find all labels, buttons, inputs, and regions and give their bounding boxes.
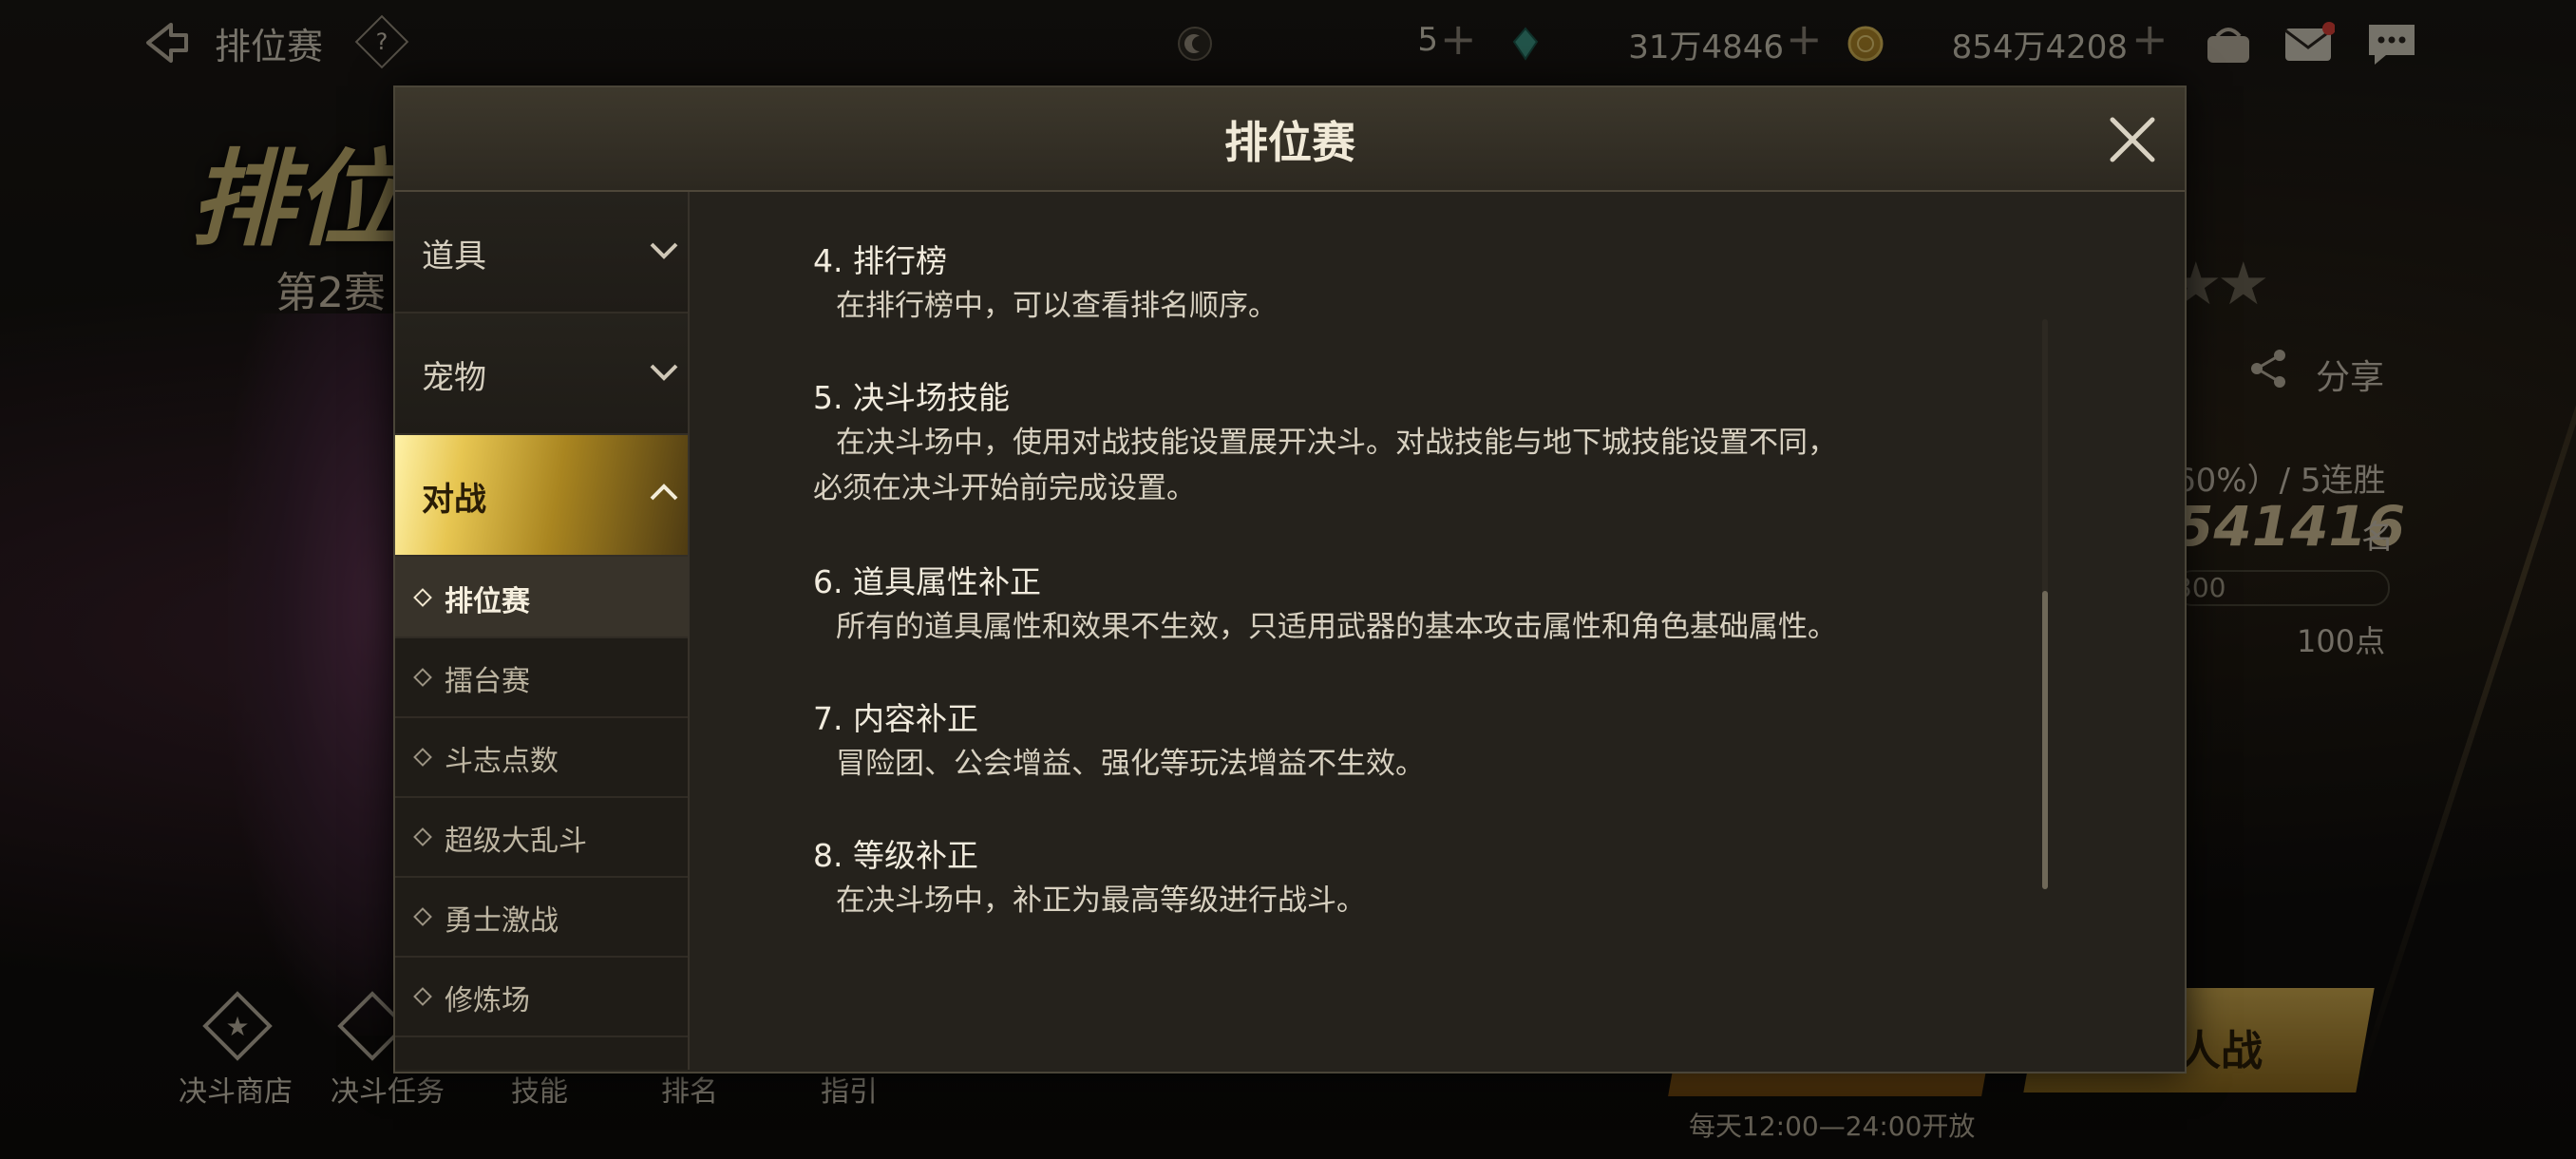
diamond-bullet-icon xyxy=(413,907,432,926)
sidebar-item-warrior-battle[interactable]: 勇士激战 xyxy=(395,876,688,958)
rule-section: 5. 决斗场技能 在决斗场中，使用对战技能设置展开决斗。对战技能与地下城技能设置… xyxy=(813,376,2048,511)
sidebar-item-label: 排位赛 xyxy=(445,585,530,618)
sidebar-category-label: 对战 xyxy=(422,481,486,519)
dialog-title: 排位赛 xyxy=(1224,117,1355,168)
sidebar-category-label: 道具 xyxy=(422,238,486,276)
rule-section: 8. 等级补正 在决斗场中，补正为最高等级进行战斗。 xyxy=(813,834,2048,923)
rule-section: 4. 排行榜 在排行榜中，可以查看排名顺序。 xyxy=(813,239,2048,329)
rule-heading: 5. 决斗场技能 xyxy=(813,379,1010,416)
sidebar-category-battle[interactable]: 对战 xyxy=(395,435,688,557)
diamond-bullet-icon xyxy=(413,987,432,1006)
sidebar-item-super-brawl[interactable]: 超级大乱斗 xyxy=(395,796,688,878)
scrollbar-thumb[interactable] xyxy=(2042,591,2048,889)
diamond-bullet-icon xyxy=(413,588,432,607)
chevron-up-icon xyxy=(650,484,678,501)
rules-dialog: 排位赛 道具 宠物 对战 排位赛 擂台赛 斗志点数 超级大乱斗 勇士激战 修炼场… xyxy=(393,86,2187,1074)
sidebar-category-label: 宠物 xyxy=(422,359,486,397)
rule-body: 必须在决斗开始前完成设置。 xyxy=(813,471,1196,505)
rule-body: 在排行榜中，可以查看排名顺序。 xyxy=(836,289,1278,323)
rules-content[interactable]: 4. 排行榜 在排行榜中，可以查看排名顺序。 5. 决斗场技能 在决斗场中，使用… xyxy=(813,239,2048,1037)
sidebar: 道具 宠物 对战 排位赛 擂台赛 斗志点数 超级大乱斗 勇士激战 修炼场 xyxy=(395,192,690,1070)
sidebar-item-ranked[interactable]: 排位赛 xyxy=(395,557,688,638)
rule-heading: 7. 内容补正 xyxy=(813,700,978,737)
sidebar-item-label: 擂台赛 xyxy=(445,665,530,698)
rule-section: 6. 道具属性补正 所有的道具属性和效果不生效，只适用武器的基本攻击属性和角色基… xyxy=(813,560,2048,650)
rule-body: 所有的道具属性和效果不生效，只适用武器的基本攻击属性和角色基础属性。 xyxy=(836,610,1837,644)
rule-body: 在决斗场中，使用对战技能设置展开决斗。对战技能与地下城技能设置不同， xyxy=(836,426,1837,460)
sidebar-category-items[interactable]: 道具 xyxy=(395,192,688,314)
sidebar-item-arena[interactable]: 擂台赛 xyxy=(395,636,688,718)
sidebar-item-label: 超级大乱斗 xyxy=(445,825,587,858)
diamond-bullet-icon xyxy=(413,827,432,846)
sidebar-item-label: 勇士激战 xyxy=(445,904,559,938)
sidebar-item-training-ground[interactable]: 修炼场 xyxy=(395,956,688,1037)
sidebar-category-pets[interactable]: 宠物 xyxy=(395,314,688,435)
chevron-down-icon xyxy=(650,364,678,381)
chevron-down-icon xyxy=(650,242,678,259)
rule-section: 7. 内容补正 冒险团、公会增益、强化等玩法增益不生效。 xyxy=(813,697,2048,787)
rule-body: 冒险团、公会增益、强化等玩法增益不生效。 xyxy=(836,747,1425,781)
rule-body: 在决斗场中，补正为最高等级进行战斗。 xyxy=(836,884,1366,918)
rule-heading: 4. 排行榜 xyxy=(813,242,947,279)
rule-heading: 6. 道具属性补正 xyxy=(813,563,1041,600)
dialog-header: 排位赛 xyxy=(395,87,2185,192)
sidebar-item-label: 斗志点数 xyxy=(445,745,559,778)
close-icon[interactable] xyxy=(2105,112,2160,167)
rule-heading: 8. 等级补正 xyxy=(813,837,978,874)
diamond-bullet-icon xyxy=(413,748,432,767)
sidebar-item-label: 修炼场 xyxy=(445,984,530,1017)
diamond-bullet-icon xyxy=(413,668,432,687)
sidebar-item-fighting-points[interactable]: 斗志点数 xyxy=(395,716,688,798)
